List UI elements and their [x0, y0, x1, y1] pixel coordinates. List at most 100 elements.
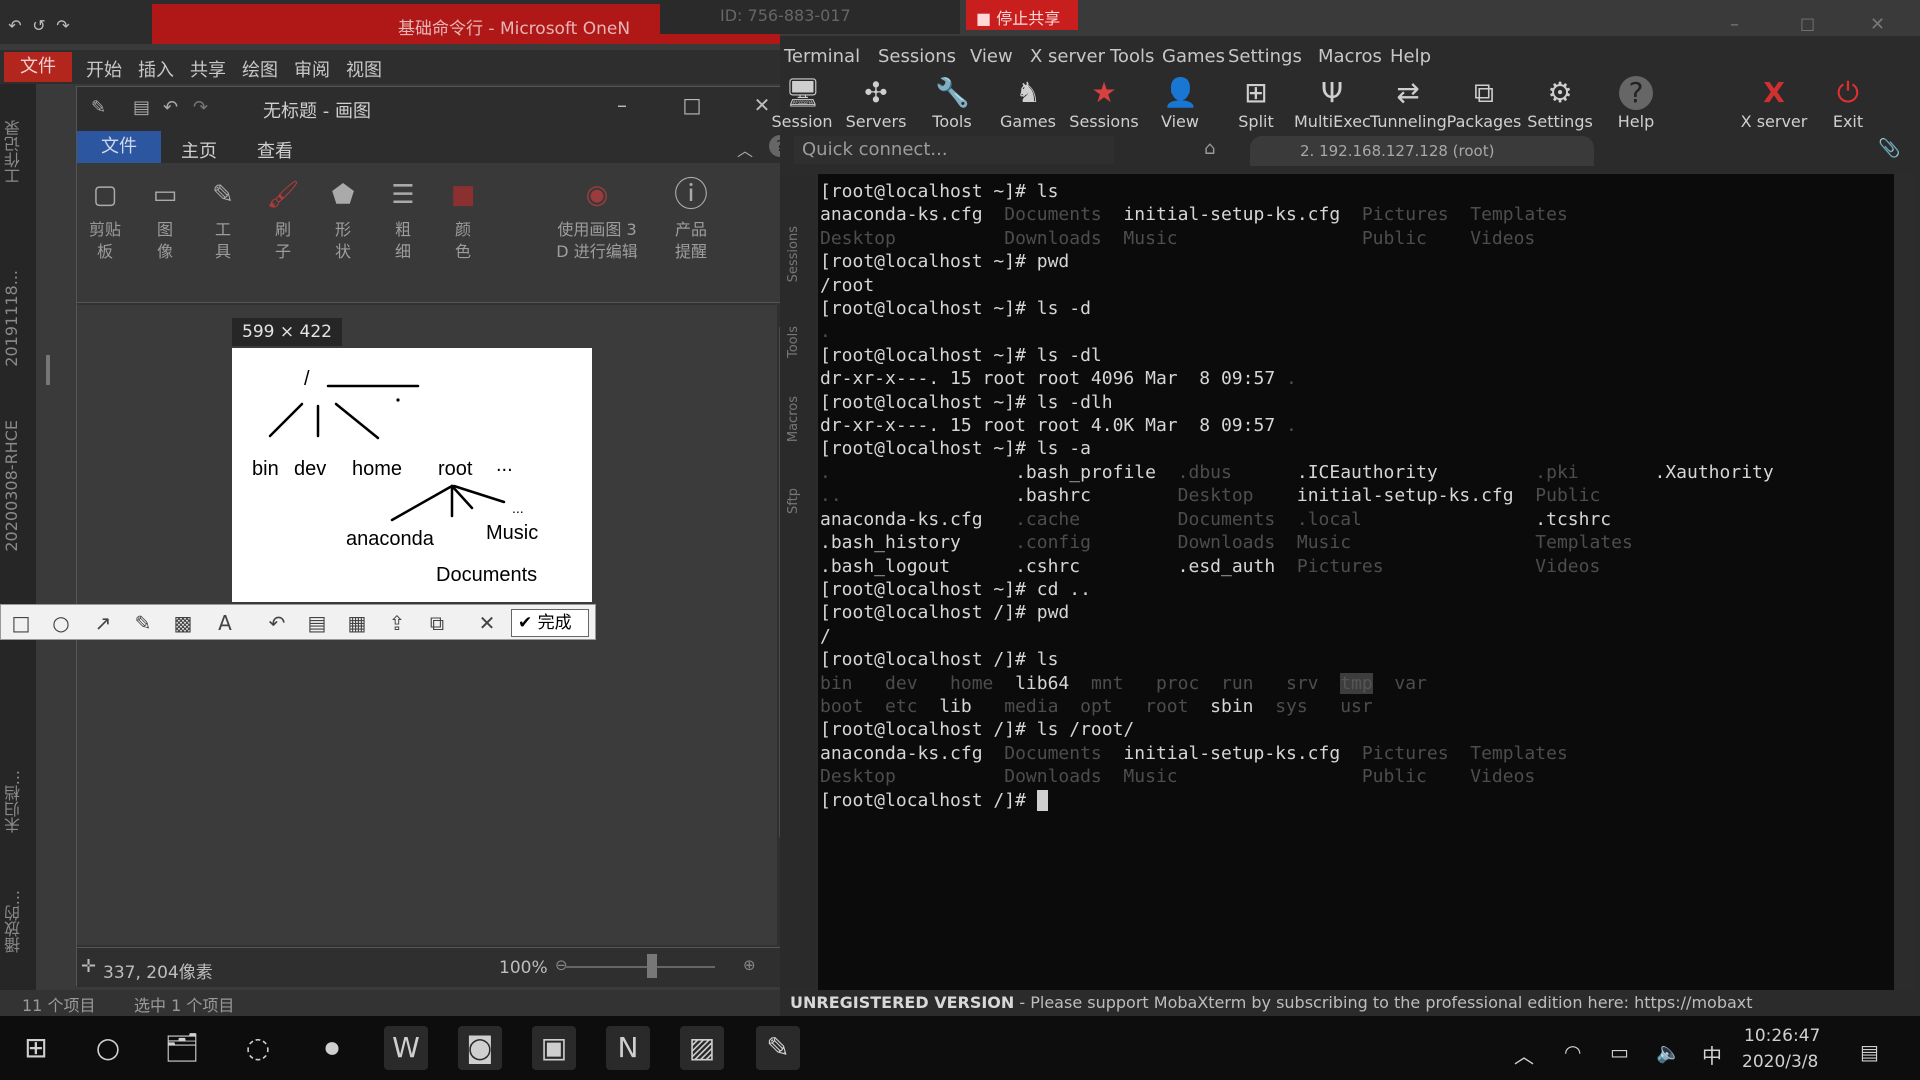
- toolbar-games[interactable]: ♞ Games: [990, 76, 1066, 131]
- toolbar-session[interactable]: 🖥 Session: [764, 76, 840, 131]
- stop-share-button[interactable]: ■ 停止共享: [966, 0, 1078, 30]
- section-tab-unfiled[interactable]: 未归档...: [2, 770, 32, 833]
- app-recorder-icon[interactable]: ⏺: [310, 1026, 354, 1070]
- ribbon-tools[interactable]: ✎ 工具: [193, 177, 253, 263]
- menu-view[interactable]: 视图: [346, 56, 382, 82]
- menu-review[interactable]: 审阅: [294, 56, 330, 82]
- ribbon-shapes[interactable]: ⬟ 形状: [313, 177, 373, 263]
- ribbon-colors[interactable]: ■ 颜色: [433, 177, 493, 263]
- toolbar-view[interactable]: 👤 View: [1142, 76, 1218, 131]
- menu-share[interactable]: 共享: [190, 56, 226, 82]
- menu-sessions[interactable]: Sessions: [878, 46, 956, 67]
- tab-file[interactable]: 文件: [77, 131, 161, 163]
- toolbar-multiexec[interactable]: Ψ MultiExec: [1294, 76, 1371, 131]
- tab-home[interactable]: 主页: [181, 137, 217, 163]
- undo-icon[interactable]: ↶: [6, 16, 24, 35]
- zoom-slider[interactable]: [565, 966, 715, 968]
- menu-view[interactable]: View: [970, 46, 1013, 67]
- pen-icon[interactable]: ✎: [131, 611, 155, 635]
- ribbon-image[interactable]: ▭ 图像: [135, 177, 195, 263]
- toolbar-sessions[interactable]: ★ Sessions: [1066, 76, 1142, 131]
- terminal-output[interactable]: [root@localhost ~]# ls anaconda-ks.cfg Do…: [818, 174, 1894, 990]
- toolbar-servers[interactable]: ✣ Servers: [838, 76, 914, 131]
- menu-macros[interactable]: Macros: [1318, 46, 1382, 67]
- toolbar-exit[interactable]: ⏻ Exit: [1810, 76, 1886, 131]
- mosaic-icon[interactable]: ▩: [171, 611, 195, 635]
- support-message[interactable]: - Please support MobaXterm by subscribin…: [1014, 993, 1752, 1012]
- snip-done-button[interactable]: ✔ 完成: [511, 609, 589, 637]
- notification-icon[interactable]: ▤: [1860, 1040, 1879, 1064]
- app-circle-icon[interactable]: ◌: [236, 1026, 280, 1070]
- side-tab-sessions[interactable]: Sessions: [786, 226, 801, 282]
- tab-view[interactable]: 查看: [257, 137, 293, 163]
- undo-icon[interactable]: ↶: [163, 97, 178, 118]
- toolbar-help[interactable]: ? Help: [1598, 76, 1674, 131]
- menu-insert[interactable]: 插入: [138, 56, 174, 82]
- share-icon[interactable]: ⇪: [385, 611, 409, 635]
- file-explorer-icon[interactable]: 🗂: [160, 1026, 204, 1070]
- menu-settings[interactable]: Settings: [1228, 46, 1302, 67]
- menu-draw[interactable]: 绘图: [242, 56, 278, 82]
- close-button[interactable]: ✕: [1870, 14, 1885, 35]
- camera-icon[interactable]: ▣: [532, 1026, 576, 1070]
- toolbar-split[interactable]: ⊞ Split: [1218, 76, 1294, 131]
- zoom-slider-thumb[interactable]: [647, 954, 657, 978]
- side-tab-tools[interactable]: Tools: [786, 326, 801, 358]
- ribbon-clipboard[interactable]: ▢ 剪贴板: [75, 177, 135, 263]
- arrow-icon[interactable]: ↗: [91, 611, 115, 635]
- cancel-icon[interactable]: ✕: [475, 611, 499, 635]
- quick-connect-input[interactable]: Quick connect...: [794, 136, 1114, 164]
- paint-icon[interactable]: ▨: [680, 1026, 724, 1070]
- session-tab[interactable]: 2. 192.168.127.128 (root): [1250, 136, 1594, 166]
- redo-icon[interactable]: ↷: [193, 97, 208, 118]
- collapse-ribbon-icon[interactable]: ︿: [737, 137, 753, 161]
- save-icon[interactable]: ▤: [305, 611, 329, 635]
- menu-games[interactable]: Games: [1162, 46, 1225, 67]
- ribbon-paint3d[interactable]: ◉ 使用画图 3 D 进行编辑: [549, 177, 645, 263]
- home-tab-icon[interactable]: ⌂: [1204, 138, 1215, 159]
- section-tab-played[interactable]: 播放的...: [2, 890, 32, 953]
- clock-time[interactable]: 10:26:47: [1744, 1026, 1820, 1046]
- toolbar-packages[interactable]: ⧉ Packages: [1446, 76, 1522, 131]
- maximize-button[interactable]: □: [1800, 14, 1815, 33]
- side-tab-sftp[interactable]: Sftp: [786, 488, 801, 514]
- terminal-scrollbar[interactable]: [1896, 174, 1916, 990]
- clock-date[interactable]: 2020/3/8: [1742, 1052, 1818, 1072]
- ime-indicator[interactable]: 中: [1702, 1040, 1722, 1069]
- mobaxterm-icon[interactable]: ✎: [756, 1026, 800, 1070]
- save-icon[interactable]: ▤: [133, 97, 150, 118]
- battery-icon[interactable]: ▭: [1610, 1040, 1629, 1064]
- section-tab-rhce[interactable]: 20200308-RHCE: [2, 420, 32, 552]
- copy-icon[interactable]: ⧉: [425, 611, 449, 635]
- start-button[interactable]: ⊞: [14, 1026, 58, 1070]
- undo-icon[interactable]: ↶: [265, 611, 289, 635]
- back-icon[interactable]: ↺: [30, 16, 48, 35]
- rectangle-icon[interactable]: □: [9, 611, 33, 635]
- menu-xserver[interactable]: X server: [1030, 46, 1105, 67]
- onenote-file-tab[interactable]: 文件: [4, 52, 72, 82]
- menu-terminal[interactable]: Terminal: [784, 46, 860, 67]
- search-button[interactable]: ○: [86, 1026, 130, 1070]
- redo-icon[interactable]: ↷: [54, 16, 72, 35]
- minimize-button[interactable]: –: [1730, 14, 1739, 35]
- word-icon[interactable]: W: [384, 1026, 428, 1070]
- onenote-icon[interactable]: N: [606, 1026, 650, 1070]
- chevron-up-icon[interactable]: ︿: [1514, 1040, 1534, 1069]
- attach-icon[interactable]: 📎: [1878, 138, 1900, 159]
- menu-tools[interactable]: Tools: [1110, 46, 1154, 67]
- toolbar-settings[interactable]: ⚙ Settings: [1522, 76, 1598, 131]
- toolbar-tools[interactable]: 🔧 Tools: [914, 76, 990, 131]
- app-red-icon[interactable]: ◙: [458, 1026, 502, 1070]
- ribbon-size[interactable]: ☰ 粗细: [373, 177, 433, 263]
- wifi-icon[interactable]: ◠: [1564, 1040, 1581, 1064]
- minimize-button[interactable]: –: [607, 93, 637, 123]
- menu-home[interactable]: 开始: [86, 56, 122, 82]
- section-tab-work[interactable]: 工作记录: [2, 120, 32, 184]
- menu-help[interactable]: Help: [1390, 46, 1431, 67]
- maximize-button[interactable]: □: [677, 93, 707, 123]
- ellipse-icon[interactable]: ○: [49, 611, 73, 635]
- pin-icon[interactable]: ▦: [345, 611, 369, 635]
- ribbon-product-alert[interactable]: ⓘ 产品提醒: [661, 177, 721, 263]
- section-tab-20191118[interactable]: 20191118...: [2, 270, 32, 367]
- drawing-canvas[interactable]: / bin dev home root ... ... anaconda Mus…: [232, 348, 592, 602]
